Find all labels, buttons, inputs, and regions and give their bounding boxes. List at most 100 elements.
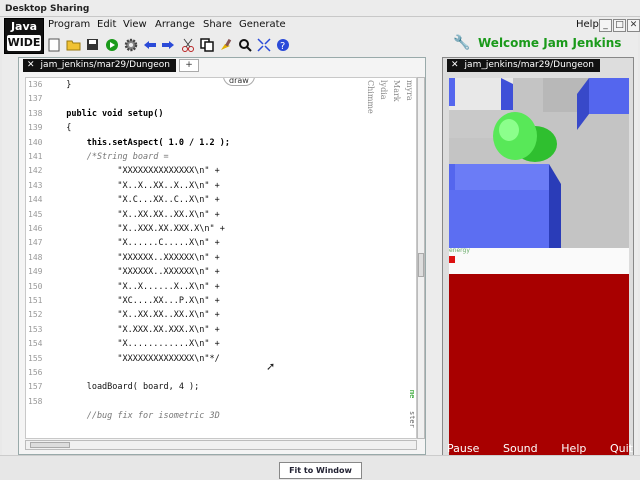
code-line: public void setup(): [56, 108, 164, 119]
menu-arrange[interactable]: Arrange: [155, 19, 195, 30]
line-number: 154: [28, 339, 43, 349]
line-number: 140: [28, 137, 43, 147]
bottom-bar: Fit to Window: [0, 455, 640, 480]
menu-share[interactable]: Share: [203, 19, 232, 30]
line-number: 155: [28, 353, 43, 363]
code-line: "X.C...XX..C..X\n" +: [56, 195, 220, 206]
draw-tab[interactable]: draw: [223, 78, 255, 86]
code-line: "X..XX.XX..XX.X\n" +: [56, 209, 220, 220]
line-number: 143: [28, 180, 43, 190]
tab-dungeon-preview[interactable]: ✕ jam_jenkins/mar29/Dungeon: [447, 59, 600, 72]
line-number: 138: [28, 108, 43, 118]
collaborator-name: Chimme: [366, 80, 375, 114]
code-line: "X..XX.XX..XX.X\n" +: [56, 310, 220, 321]
resize-icon[interactable]: [255, 36, 272, 53]
side-badge: me: [408, 390, 416, 399]
line-number: 150: [28, 281, 43, 291]
cut-icon[interactable]: [179, 36, 196, 53]
open-folder-icon[interactable]: [65, 36, 82, 53]
collaborator-name: myra: [405, 80, 414, 101]
game-scene: [449, 78, 629, 248]
save-icon[interactable]: [84, 36, 101, 53]
line-number: 151: [28, 296, 43, 305]
energy-label: energy: [449, 247, 470, 254]
line-number: 157: [28, 382, 43, 392]
line-number: 136: [28, 80, 43, 89]
paint-icon[interactable]: [217, 36, 234, 53]
tab-dungeon-editor[interactable]: ✕ jam_jenkins/mar29/Dungeon: [23, 59, 176, 72]
horizontal-scrollbar[interactable]: [25, 440, 417, 450]
code-line: /*String board =: [56, 152, 169, 162]
run-icon[interactable]: [103, 36, 120, 53]
wrench-icon[interactable]: 🔧: [453, 35, 470, 51]
app-window: Java WIDE Program Edit View Arrange Shar…: [2, 17, 640, 463]
welcome-message: Welcome Jam Jenkins: [478, 36, 622, 50]
code-line: "XC....XX...P.X\n" +: [56, 296, 220, 306]
menu-edit[interactable]: Edit: [97, 19, 116, 30]
tab-label: jam_jenkins/mar29/Dungeon: [40, 60, 170, 70]
new-file-icon[interactable]: [46, 36, 63, 53]
editor-tabs: ✕ jam_jenkins/mar29/Dungeon +: [23, 59, 199, 72]
scroll-thumb[interactable]: [30, 442, 70, 448]
line-number: 148: [28, 252, 43, 262]
line-number: 153: [28, 324, 43, 334]
collaborator-name: Mark: [392, 80, 401, 102]
search-icon[interactable]: [236, 36, 253, 53]
fit-to-window-button[interactable]: Fit to Window: [279, 462, 362, 479]
collaborator-name: lydia: [379, 80, 388, 100]
line-number: 142: [28, 166, 43, 176]
code-editor-panel: ✕ jam_jenkins/mar29/Dungeon + draw Chimm…: [18, 57, 426, 455]
close-window-button[interactable]: ✕: [627, 19, 640, 32]
line-number: 141: [28, 152, 43, 161]
menu-help[interactable]: Help: [576, 19, 599, 30]
mouse-cursor-icon: ➚: [266, 360, 276, 373]
code-line: //bug fix for isometric 3D: [56, 411, 220, 422]
toolbar: ?: [46, 36, 291, 54]
maximize-button[interactable]: □: [613, 19, 626, 32]
close-tab-icon[interactable]: ✕: [27, 60, 35, 72]
line-number: 152: [28, 310, 43, 320]
gear-icon[interactable]: [122, 36, 139, 53]
line-number: 139: [28, 123, 43, 133]
tab-label: jam_jenkins/mar29/Dungeon: [464, 60, 594, 70]
line-number: 147: [28, 238, 43, 248]
game-3d-view[interactable]: [449, 78, 629, 248]
window-title: Desktop Sharing: [0, 0, 640, 17]
close-tab-icon[interactable]: ✕: [451, 60, 459, 72]
code-line: "XXXXXXXXXXXXXX\n" +: [56, 166, 220, 177]
menu-generate[interactable]: Generate: [239, 19, 286, 30]
code-line: "X.XXX.XX.XXX.X\n" +: [56, 324, 220, 335]
code-line: loadBoard( board, 4 );: [56, 382, 200, 393]
code-line: "XXXXXX..XXXXXX\n" +: [56, 267, 220, 278]
code-line: "X............X\n" +: [56, 339, 220, 350]
line-number: 146: [28, 224, 43, 233]
code-line: "X..X..XX..X..X\n" +: [56, 180, 220, 191]
new-tab-button[interactable]: +: [178, 59, 199, 72]
scroll-thumb[interactable]: [418, 253, 424, 277]
minimize-button[interactable]: _: [599, 19, 612, 32]
code-text-area[interactable]: draw Chimme lydia Mark myra 136 } 137 138 …: [25, 77, 417, 439]
code-line: "X......C.....X\n" +: [56, 238, 220, 249]
line-number: 158: [28, 396, 43, 406]
game-floor: [449, 274, 629, 462]
energy-bar: [449, 256, 455, 263]
copy-icon[interactable]: [198, 36, 215, 53]
energy-meter: energy: [449, 247, 629, 274]
logo-line-2: WIDE: [7, 35, 41, 51]
game-preview-panel: ✕ jam_jenkins/mar29/Dungeon energy Pause…: [442, 57, 634, 463]
line-number: 144: [28, 195, 43, 205]
line-number: 156: [28, 368, 43, 377]
redo-icon[interactable]: [160, 36, 177, 53]
code-line: this.setAspect( 1.0 / 1.2 );: [56, 137, 230, 148]
undo-icon[interactable]: [141, 36, 158, 53]
help-icon[interactable]: ?: [274, 36, 291, 53]
menu-view[interactable]: View: [123, 19, 147, 30]
code-line: "XXXXXXXXXXXXXX\n"*/: [56, 353, 220, 364]
menu-program[interactable]: Program: [48, 19, 90, 30]
collaborator-list: Chimme lydia Mark myra: [366, 80, 414, 114]
code-line: {: [56, 123, 72, 134]
vertical-scrollbar[interactable]: [417, 77, 425, 439]
code-line: }: [56, 80, 72, 90]
text-caret: [121, 438, 399, 439]
code-line: "X..X......X..X\n" +: [56, 281, 220, 292]
